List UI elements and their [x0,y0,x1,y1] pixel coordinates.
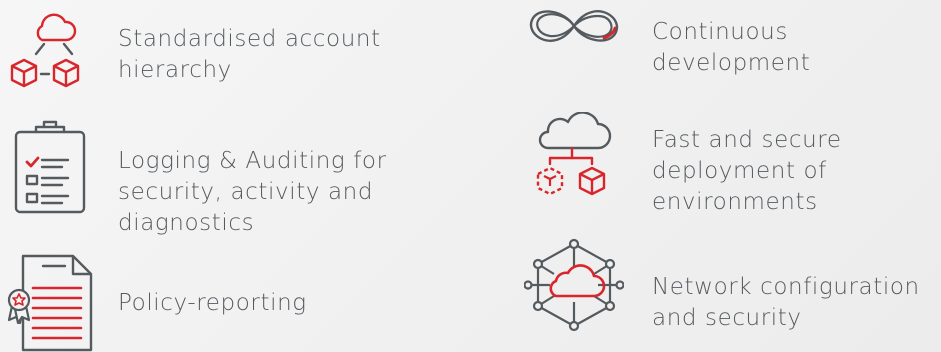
feature-label-account-hierarchy: Standardised account hierarchy [118,26,381,83]
feature-label-continuous-development: Continuous development [652,19,811,76]
cloud-network-icon [524,238,624,332]
policy-document-icon [7,254,93,352]
infinity-loop-icon [529,10,619,42]
feature-label-deployment: Fast and secure deployment of environmen… [652,127,842,215]
clipboard-checklist-icon [14,120,86,214]
feature-label-network: Network configuration and security [652,274,920,331]
cloud-hierarchy-icon [10,13,80,88]
cloud-deployment-icon [536,112,612,196]
feature-label-policy-reporting: Policy-reporting [118,290,307,316]
feature-label-logging-auditing: Logging & Auditing for security, activit… [118,148,387,236]
